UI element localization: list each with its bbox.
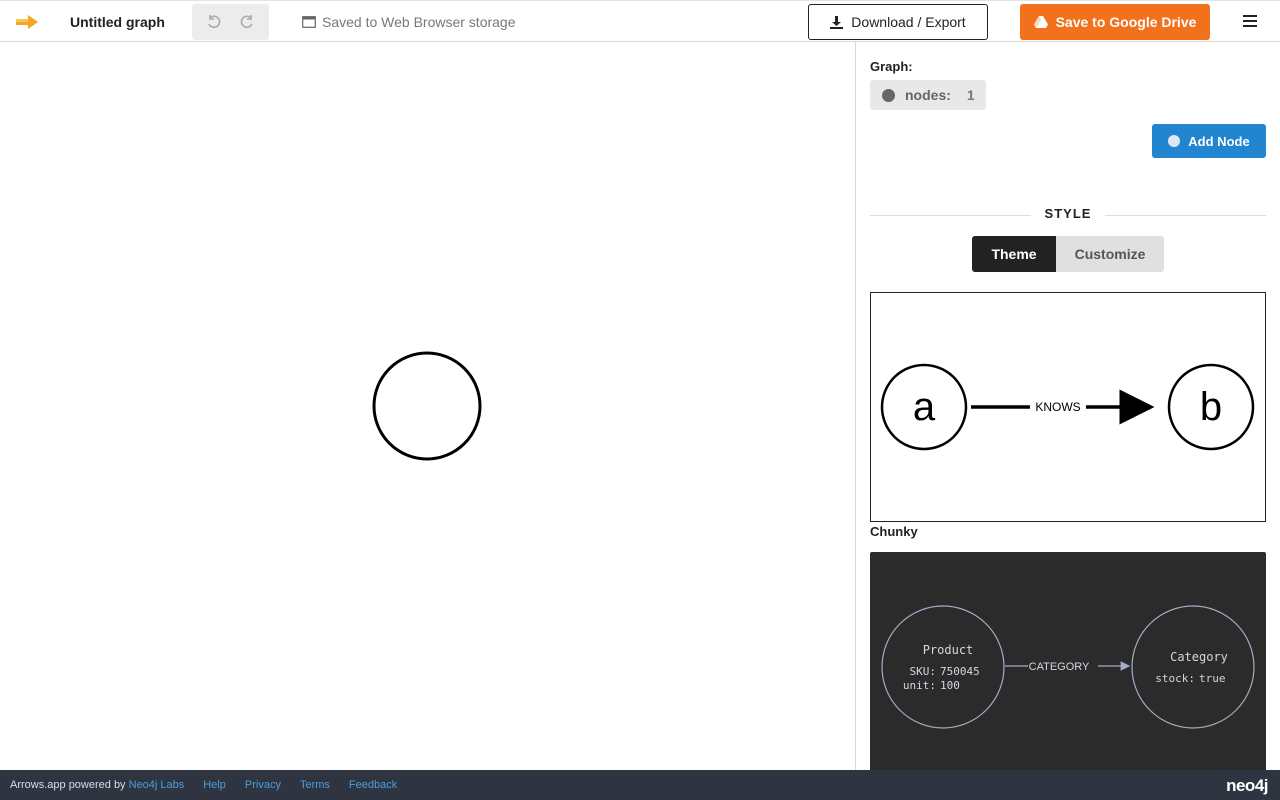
powered-by: Arrows.app powered by Neo4j Labs <box>10 779 184 791</box>
inspector-panel: Graph: nodes: 1 Add Node STYLE Theme Cus… <box>856 42 1280 770</box>
dark-prop-value: 750045 <box>940 665 980 678</box>
neo4j-labs-link[interactable]: Neo4j Labs <box>129 779 185 791</box>
feedback-link[interactable]: Feedback <box>349 779 397 791</box>
dark-prop-key: SKU: <box>910 665 937 678</box>
arrows-logo-icon[interactable] <box>14 12 40 32</box>
graph-node[interactable] <box>372 351 482 461</box>
style-mode-toggle: Theme Customize <box>972 236 1164 272</box>
graph-section-label: Graph: <box>870 59 913 74</box>
undo-icon[interactable] <box>206 14 222 30</box>
powered-by-text: Arrows.app powered by <box>10 779 126 791</box>
tab-theme[interactable]: Theme <box>972 236 1056 272</box>
save-google-drive-label: Save to Google Drive <box>1055 14 1197 30</box>
dark-relationship-label: CATEGORY <box>1029 661 1090 673</box>
save-google-drive-button[interactable]: Save to Google Drive <box>1020 4 1210 40</box>
nodes-count-chip[interactable]: nodes: 1 <box>870 80 986 110</box>
nodes-label: nodes: <box>905 87 951 103</box>
theme-preview-chunky-svg: a KNOWS b <box>880 363 1255 451</box>
terms-link[interactable]: Terms <box>300 779 330 791</box>
node-circle-icon <box>882 88 895 102</box>
privacy-link[interactable]: Privacy <box>245 779 281 791</box>
redo-icon[interactable] <box>239 14 255 30</box>
graph-title[interactable]: Untitled graph <box>70 14 165 30</box>
preview-node-a-label: a <box>913 385 936 429</box>
style-heading: STYLE <box>1030 206 1106 221</box>
style-section-divider: STYLE <box>870 206 1266 224</box>
dark-prop-key: unit: <box>903 679 936 692</box>
graph-canvas[interactable] <box>0 42 856 770</box>
node-circle-icon <box>1168 135 1181 147</box>
download-export-label: Download / Export <box>851 14 966 30</box>
dark-node-product-caption: Product <box>923 643 974 657</box>
theme-name-chunky: Chunky <box>870 524 918 539</box>
theme-preview-dark-svg: Product SKU: 750045 unit: 100 CATEGORY C… <box>881 605 1255 729</box>
download-export-button[interactable]: Download / Export <box>808 4 988 40</box>
google-drive-icon <box>1033 16 1048 28</box>
dark-prop-key: stock: <box>1155 672 1195 685</box>
theme-preview-dark[interactable]: Product SKU: 750045 unit: 100 CATEGORY C… <box>870 552 1266 770</box>
neo4j-logo[interactable]: neo4j <box>1226 776 1268 796</box>
help-link[interactable]: Help <box>203 779 226 791</box>
tab-customize[interactable]: Customize <box>1056 236 1164 272</box>
add-node-label: Add Node <box>1188 133 1250 149</box>
download-icon <box>830 15 844 29</box>
app-footer: Arrows.app powered by Neo4j Labs Help Pr… <box>0 770 1280 800</box>
preview-relationship-label: KNOWS <box>1035 400 1080 414</box>
preview-node-b-label: b <box>1200 385 1222 429</box>
add-node-button[interactable]: Add Node <box>1152 124 1266 158</box>
dark-prop-value: true <box>1199 672 1226 685</box>
hamburger-menu-icon[interactable] <box>1243 15 1257 27</box>
app-header: Untitled graph Saved to Web Browser stor… <box>0 0 1280 42</box>
dark-node-category-caption: Category <box>1170 650 1228 664</box>
graph-canvas-svg[interactable] <box>0 42 856 770</box>
dark-prop-value: 100 <box>940 679 960 692</box>
undo-redo-group <box>192 4 269 40</box>
dark-node-category <box>1131 605 1255 729</box>
browser-window-icon <box>302 16 316 28</box>
save-status-text: Saved to Web Browser storage <box>322 14 516 30</box>
nodes-count: 1 <box>966 87 975 103</box>
save-status: Saved to Web Browser storage <box>302 14 516 30</box>
theme-preview-chunky[interactable]: a KNOWS b <box>870 292 1266 522</box>
